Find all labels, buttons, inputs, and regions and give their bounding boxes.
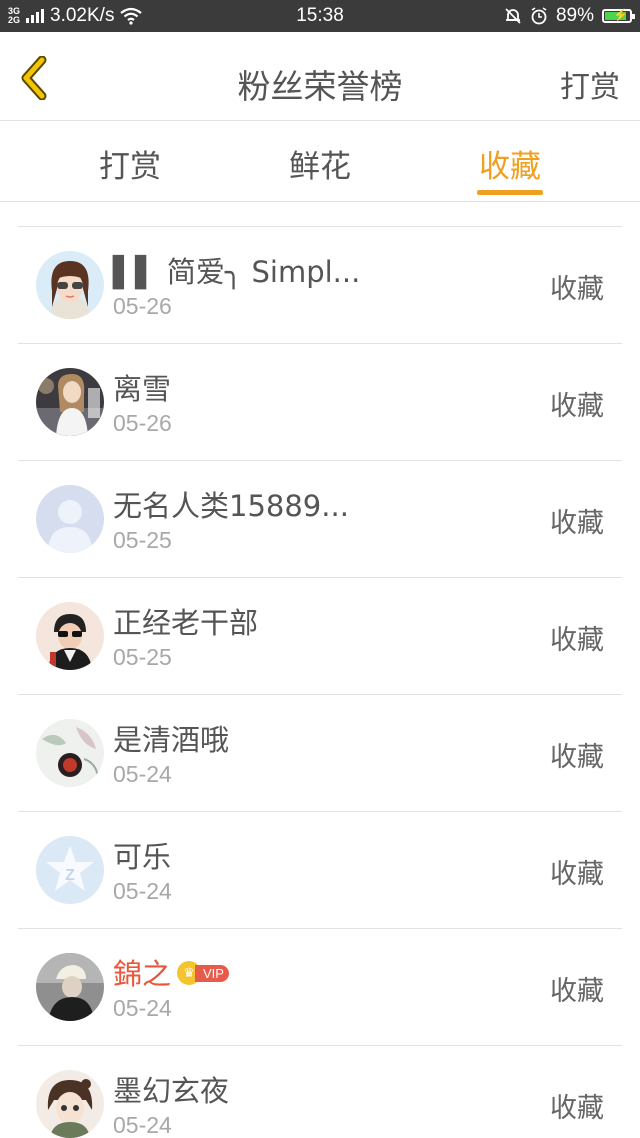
user-name: 墨幻玄夜 — [113, 1074, 230, 1108]
avatar[interactable]: Z — [36, 836, 104, 904]
avatar[interactable] — [36, 251, 104, 319]
date: 05-25 — [113, 527, 172, 553]
status-right: 89% ⚡ — [504, 5, 635, 27]
vip-badge: ♛ VIP — [177, 961, 229, 985]
user-name: 是清酒哦 — [113, 723, 230, 757]
favorite-label: 收藏 — [550, 391, 604, 422]
tab-favorites[interactable]: 收藏 — [440, 141, 580, 186]
date: 05-24 — [113, 761, 172, 787]
battery-icon: ⚡ — [602, 8, 635, 23]
list-item[interactable]: ▌▌ 简爱╮ Simpl... 05-26 收藏 — [18, 227, 622, 344]
user-name: 錦之 ♛ VIP — [113, 951, 229, 993]
user-name: 无名人类15889... — [113, 489, 349, 523]
list-item[interactable]: 正经老干部 05-25 收藏 — [18, 578, 622, 695]
date: 05-24 — [113, 1112, 172, 1138]
avatar[interactable] — [36, 602, 104, 670]
favorite-label: 收藏 — [550, 508, 604, 539]
tab-bar: 打赏 鲜花 收藏 — [0, 121, 640, 202]
favorite-label: 收藏 — [550, 742, 604, 773]
favorite-label: 收藏 — [550, 976, 604, 1007]
battery-percent: 89% — [555, 5, 594, 26]
favorite-label: 收藏 — [550, 1093, 604, 1124]
avatar[interactable] — [36, 953, 104, 1021]
avatar[interactable] — [36, 368, 104, 436]
list-item[interactable]: 是清酒哦 05-24 收藏 — [18, 695, 622, 812]
alarm-icon — [531, 7, 547, 25]
user-name: 正经老干部 — [113, 606, 259, 640]
favorite-label: 收藏 — [550, 859, 604, 890]
user-name: 可乐 — [113, 840, 172, 874]
avatar[interactable] — [36, 719, 104, 787]
user-name-text: 錦之 — [113, 957, 172, 991]
tip-button[interactable]: 打赏 — [560, 62, 620, 106]
list-item[interactable]: 无名人类15889... 05-25 收藏 — [18, 461, 622, 578]
date: 05-26 — [113, 410, 172, 436]
fan-list[interactable]: ▌▌ 简爱╮ Simpl... 05-26 收藏 离雪 05-26 收藏 无名人… — [0, 202, 640, 1138]
active-tab-indicator — [477, 190, 543, 195]
vip-label: VIP — [195, 964, 229, 982]
list-item-partial — [18, 202, 622, 227]
date: 05-26 — [113, 293, 172, 319]
user-name: 离雪 — [113, 372, 172, 406]
avatar[interactable] — [36, 1070, 104, 1138]
list-item[interactable]: 墨幻玄夜 05-24 收藏 — [18, 1046, 622, 1138]
list-item[interactable]: Z 可乐 05-24 收藏 — [18, 812, 622, 929]
favorite-label: 收藏 — [550, 274, 604, 305]
tab-tip[interactable]: 打赏 — [60, 141, 200, 186]
favorite-label: 收藏 — [550, 625, 604, 656]
date: 05-25 — [113, 644, 172, 670]
date: 05-24 — [113, 995, 172, 1021]
svg-text:Z: Z — [65, 867, 75, 884]
user-name: ▌▌ 简爱╮ Simpl... — [113, 255, 361, 289]
nav-header: 粉丝荣誉榜 打赏 — [0, 32, 640, 121]
list-item[interactable]: 离雪 05-26 收藏 — [18, 344, 622, 461]
list-item[interactable]: 錦之 ♛ VIP 05-24 收藏 — [18, 929, 622, 1046]
tab-flowers[interactable]: 鲜花 — [250, 141, 390, 186]
mute-bell-icon — [505, 8, 521, 24]
avatar[interactable] — [36, 485, 104, 553]
status-bar: 3G 2G 3.02K/s 15:38 89% ⚡ — [0, 0, 640, 32]
date: 05-24 — [113, 878, 172, 904]
page-title: 粉丝荣誉榜 — [237, 67, 403, 106]
